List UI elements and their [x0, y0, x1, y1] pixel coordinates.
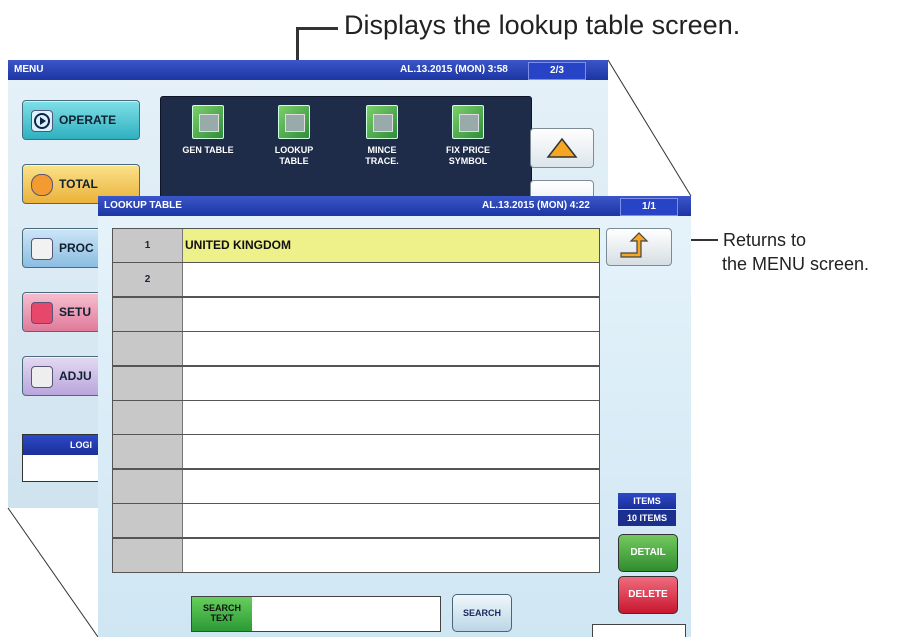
table-row[interactable] — [112, 434, 600, 470]
fix-price-label-1: FIX PRICE — [445, 145, 490, 155]
delete-button[interactable]: DELETE — [618, 576, 678, 614]
fix-price-label-2: SYMBOL — [448, 156, 488, 166]
row-number — [113, 297, 183, 331]
menu-page-indicator: 2/3 — [528, 62, 586, 80]
row-number — [113, 332, 183, 366]
adjust-label: ADJU — [59, 369, 92, 383]
gen-table-label: GEN TABLE — [182, 145, 234, 155]
book-icon — [31, 238, 53, 260]
table-row[interactable] — [112, 365, 600, 401]
total-label: TOTAL — [59, 177, 98, 191]
search-input[interactable] — [254, 597, 440, 631]
menu-title-bar: MENU AL.13.2015 (MON) 3:58 2/3 — [8, 60, 608, 80]
login-label: LOGI — [70, 440, 92, 450]
fix-price-symbol-tile[interactable]: FIX PRICE SYMBOL — [433, 105, 503, 167]
search-text-box: SEARCH TEXT — [191, 596, 441, 632]
return-arrow-icon — [620, 232, 649, 258]
menu-datetime: AL.13.2015 (MON) 3:58 — [400, 64, 508, 75]
operate-label: OPERATE — [59, 113, 117, 127]
mince-trace-label-1: MINCE — [367, 145, 397, 155]
table-row[interactable] — [112, 331, 600, 367]
table-row[interactable] — [112, 296, 600, 332]
row-name: UNITED KINGDOM — [185, 238, 291, 252]
lookup-table-icon — [278, 105, 310, 139]
setup-label: SETU — [59, 305, 92, 319]
search-button[interactable]: SEARCH — [452, 594, 512, 632]
row-number: 1 — [113, 229, 183, 262]
table-row[interactable] — [112, 537, 600, 573]
adjust-icon — [31, 366, 53, 388]
row-number — [113, 366, 183, 400]
table-row[interactable] — [112, 503, 600, 539]
table-row[interactable]: 2 — [112, 262, 600, 298]
status-box — [592, 624, 686, 637]
clock-icon — [31, 174, 53, 196]
operate-icon — [31, 110, 53, 132]
lookup-table-label-2: TABLE — [279, 156, 309, 166]
lookup-datetime: AL.13.2015 (MON) 4:22 — [482, 200, 590, 211]
items-count: 10 ITEMS — [618, 510, 676, 526]
row-number — [113, 435, 183, 469]
operate-button[interactable]: OPERATE — [22, 100, 140, 140]
mince-trace-icon — [366, 105, 398, 139]
mince-trace-tile[interactable]: MINCE TRACE. — [347, 105, 417, 167]
table-row[interactable] — [112, 400, 600, 435]
row-number: 2 — [113, 263, 183, 297]
lookup-title-bar: LOOKUP TABLE AL.13.2015 (MON) 4:22 1/1 — [98, 196, 691, 216]
search-text-label: SEARCH TEXT — [192, 597, 252, 631]
wrench-icon — [31, 302, 53, 324]
row-number — [113, 538, 183, 572]
table-row[interactable] — [112, 468, 600, 504]
gen-table-icon — [192, 105, 224, 139]
lookup-table-label-1: LOOKUP — [274, 145, 314, 155]
fix-price-symbol-icon — [452, 105, 484, 139]
lookup-table-tile[interactable]: LOOKUP TABLE — [259, 105, 329, 167]
row-number — [113, 401, 183, 434]
page-up-button[interactable] — [530, 128, 594, 168]
row-number — [113, 469, 183, 503]
lookup-page-indicator: 1/1 — [620, 198, 678, 216]
items-header: ITEMS — [618, 493, 676, 509]
lookup-table-window: LOOKUP TABLE AL.13.2015 (MON) 4:22 1/1 1… — [98, 196, 691, 637]
table-row[interactable]: 1 UNITED KINGDOM — [112, 228, 600, 263]
detail-button[interactable]: DETAIL — [618, 534, 678, 572]
menu-title: MENU — [14, 64, 44, 75]
mince-trace-label-2: TRACE. — [365, 156, 399, 166]
lookup-title: LOOKUP TABLE — [104, 200, 182, 211]
back-button[interactable] — [606, 228, 672, 266]
triangle-up-icon — [546, 137, 578, 158]
proc-label: PROC — [59, 241, 94, 255]
row-number — [113, 504, 183, 538]
gen-table-tile[interactable]: GEN TABLE — [173, 105, 243, 156]
